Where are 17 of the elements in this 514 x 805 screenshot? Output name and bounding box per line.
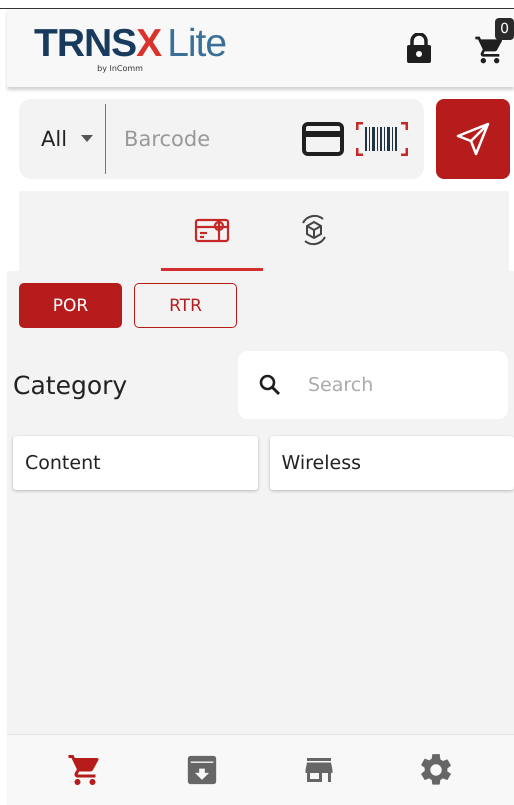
barcode-input[interactable]: Barcode: [118, 127, 290, 151]
lock-icon[interactable]: [406, 33, 432, 63]
segment-button[interactable]: RTR: [134, 283, 237, 328]
category-card[interactable]: Content: [13, 436, 258, 490]
credit-card-icon[interactable]: [302, 122, 344, 156]
segment-button[interactable]: POR: [19, 283, 122, 328]
send-button[interactable]: [436, 99, 510, 179]
barcode-scan-icon[interactable]: [356, 122, 408, 156]
search-icon: [258, 373, 282, 397]
filter-dropdown[interactable]: All: [41, 127, 94, 151]
logo: TRNSX Lite by InComm: [34, 24, 226, 72]
cart-count-badge: 0: [495, 18, 514, 40]
category-card[interactable]: Wireless: [270, 436, 514, 490]
category-title: Category: [13, 370, 128, 400]
search-input[interactable]: Search: [306, 373, 488, 397]
send-icon: [455, 121, 491, 157]
caret-icon: [81, 135, 94, 143]
